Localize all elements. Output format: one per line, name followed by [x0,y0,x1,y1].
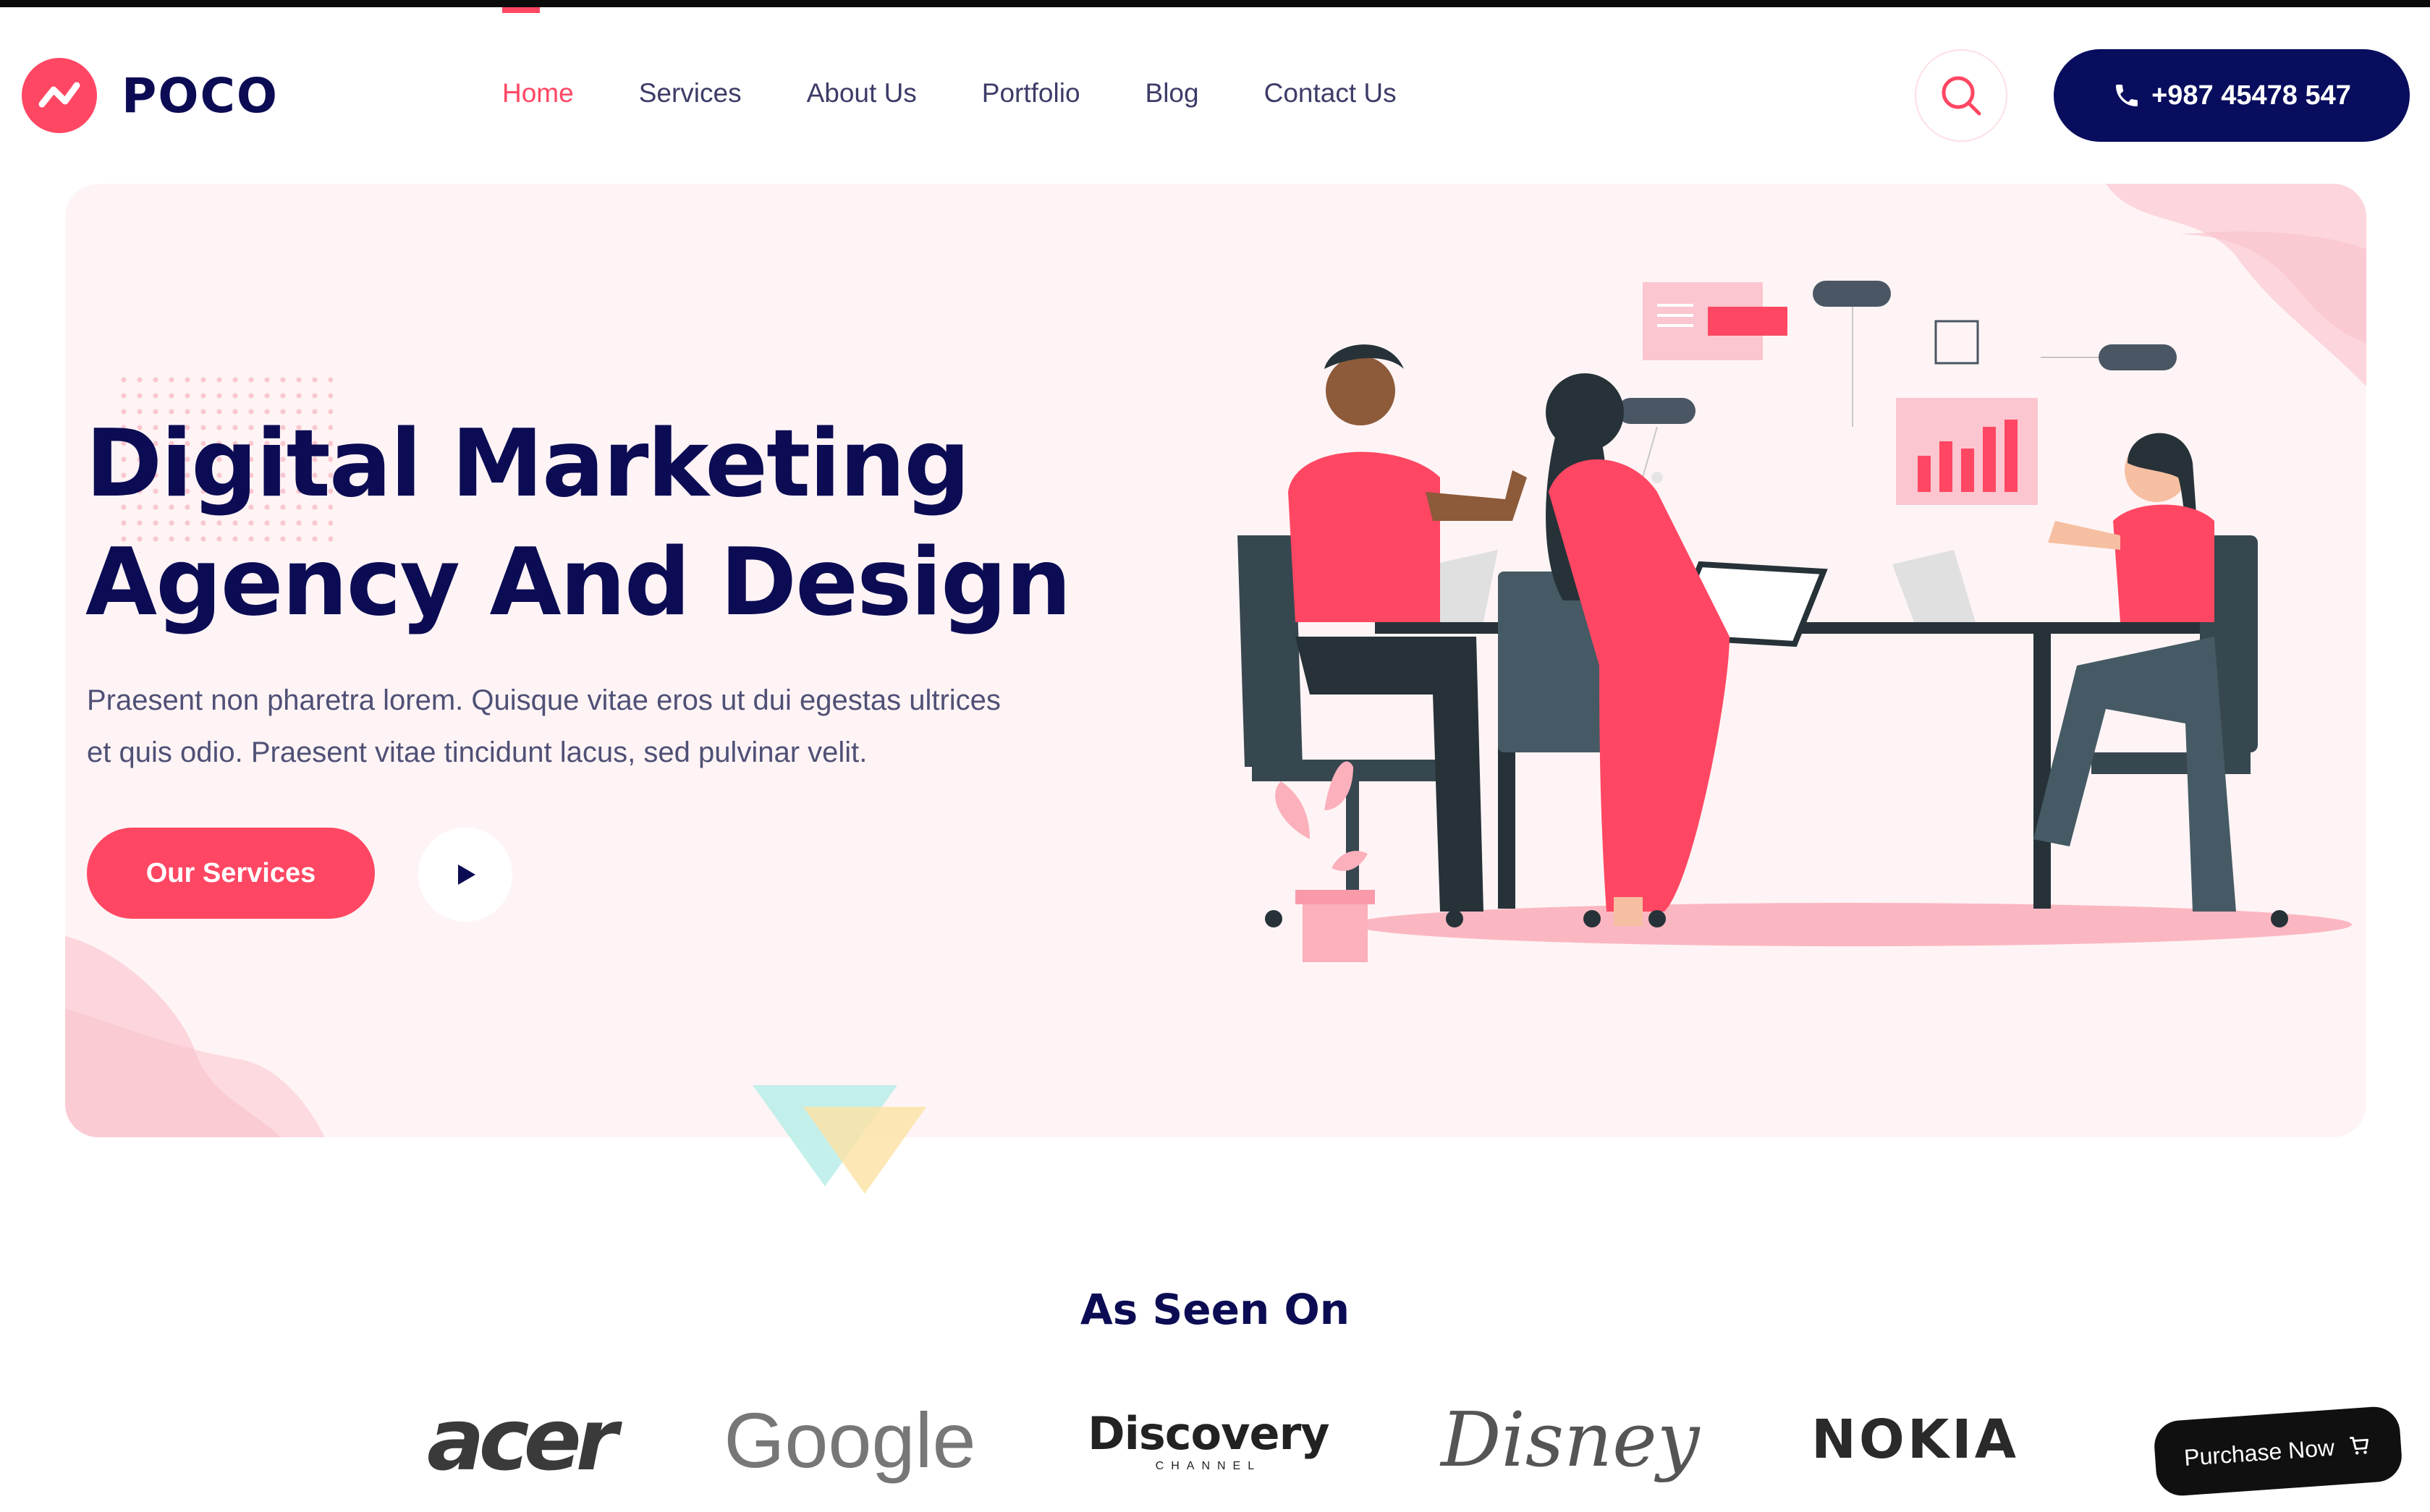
hero-title: Digital Marketing Agency And Design [85,405,1072,642]
purchase-now-label: Purchase Now [2183,1434,2336,1471]
nokia-logo: NOKIA [1811,1409,2019,1471]
laptop-right [1892,550,1976,622]
disney-logo: Disney [1441,1396,1700,1484]
site-logo[interactable]: POCO [22,58,279,133]
top-edge-bar [0,0,2430,7]
logo-icon [22,58,97,133]
decorative-triangles [753,1085,926,1194]
nav-services[interactable]: Services [639,78,742,109]
as-seen-on-heading: As Seen On [1080,1285,1350,1334]
team-meeting-illustration [1237,281,2352,962]
phone-icon [2116,85,2138,106]
nav-home[interactable]: Home [502,78,574,109]
our-services-button[interactable]: Our Services [87,828,375,919]
hero-title-line-2: Agency And Design [85,529,1072,637]
discovery-logo-text: Discovery [1088,1406,1329,1460]
landing-page: POCO Home Services About Us Portfolio Bl… [0,0,2430,1512]
brand-logos: acer Google Discovery CHANNEL Disney NOK… [427,1375,2019,1505]
hero-description-line-1: Praesent non pharetra lorem. Quisque vit… [87,684,1001,716]
nav-blog[interactable]: Blog [1146,78,1199,109]
hero-description: Praesent non pharetra lorem. Quisque vit… [87,674,1114,778]
nav-about-us[interactable]: About Us [807,78,917,109]
cart-icon [2350,1436,2368,1455]
hero-title-line-1: Digital Marketing [85,410,970,518]
hero-blob-bottom-left [65,936,325,1137]
search-button[interactable] [1915,49,2007,142]
hero-description-line-2: et quis odio. Praesent vitae tincidunt l… [87,736,868,768]
nav-portfolio[interactable]: Portfolio [982,78,1080,109]
discovery-logo-sub: CHANNEL [1155,1459,1262,1472]
google-logo: Google [724,1396,976,1484]
play-video-button[interactable] [418,828,512,922]
purchase-now-button[interactable]: Purchase Now [2152,1405,2404,1498]
plant [1275,761,1375,962]
phone-number: +987 45478 547 [2151,80,2351,111]
discovery-logo: Discovery CHANNEL [1088,1407,1329,1473]
main-nav: Home Services About Us Portfolio Blog Co… [502,78,1397,109]
phone-button[interactable]: +987 45478 547 [2054,49,2410,142]
active-nav-indicator [502,7,540,13]
logo-text: POCO [122,67,279,124]
acer-logo: acer [427,1390,618,1490]
search-icon [1942,76,1981,116]
play-icon [458,865,475,885]
nav-contact-us[interactable]: Contact Us [1264,78,1397,109]
